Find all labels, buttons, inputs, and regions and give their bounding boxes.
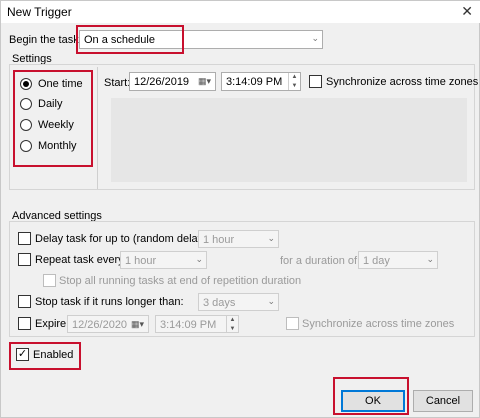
stop-long-task-value: 3 days [203,297,236,309]
stop-all-tasks-label: Stop all running tasks at end of repetit… [59,275,302,287]
delay-task-checkbox[interactable] [18,232,31,245]
repeat-task-checkbox[interactable] [18,253,31,266]
expire-date-value: 12/26/2020 [72,319,128,331]
begin-task-label: Begin the task: [9,34,82,46]
chevron-down-icon: ⌄ [426,254,434,264]
chevron-down-icon: ⌄ [267,296,275,306]
highlight-schedule-type [13,70,93,167]
chevron-down-icon: ⌄ [267,233,275,243]
start-date-value: 12/26/2019 [134,76,190,88]
delay-task-value: 1 hour [203,234,235,246]
delay-task-label: Delay task for up to (random delay): [35,233,210,245]
repeat-task-label: Repeat task every: [35,254,127,266]
expire-date-picker[interactable]: 12/26/2020 ▦▾ [67,315,149,333]
title-bar: New Trigger ✕ [1,1,480,23]
start-label: Start: [104,77,131,89]
repeat-task-select[interactable]: 1 hour ⌄ [120,251,207,269]
start-date-picker[interactable]: 12/26/2019 ▦▾ [129,72,216,91]
stop-long-task-checkbox[interactable] [18,295,31,308]
repeat-task-value: 1 hour [125,255,157,267]
expire-sync-checkbox[interactable] [286,317,299,330]
spin-up-icon[interactable]: ▲ [230,317,236,323]
duration-select[interactable]: 1 day ⌄ [358,251,438,269]
duration-label: for a duration of: [280,255,361,267]
expire-time-field[interactable]: 3:14:09 PM ▲ ▼ [155,315,239,333]
new-trigger-dialog: New Trigger ✕ Begin the task: On a sched… [0,0,480,418]
expire-time-value: 3:14:09 PM [160,319,217,331]
duration-value: 1 day [363,255,390,267]
schedule-details-area [111,98,467,182]
expire-label: Expire: [35,318,70,330]
chevron-down-icon: ⌄ [311,33,319,43]
stop-all-tasks-checkbox[interactable] [43,274,56,287]
close-icon[interactable]: ✕ [461,3,473,20]
window-title: New Trigger [7,5,72,19]
expire-sync-label: Synchronize across time zones [302,318,455,330]
spin-up-icon[interactable]: ▲ [292,74,298,80]
delay-task-select[interactable]: 1 hour ⌄ [198,230,279,248]
spin-down-icon[interactable]: ▼ [230,326,236,332]
start-time-field[interactable]: 3:14:09 PM ▲ ▼ [221,72,301,91]
calendar-icon[interactable]: ▦▾ [131,319,144,330]
time-spinner[interactable]: ▲ ▼ [288,73,300,90]
calendar-icon[interactable]: ▦▾ [198,76,211,87]
time-spinner[interactable]: ▲ ▼ [226,316,238,332]
highlight-ok [333,377,409,415]
stop-long-task-label: Stop task if it runs longer than: [35,296,184,308]
sync-time-zones-label: Synchronize across time zones [326,76,479,88]
cancel-button[interactable]: Cancel [413,390,473,412]
start-time-value: 3:14:09 PM [226,76,283,88]
highlight-begin-task [76,25,184,54]
chevron-down-icon: ⌄ [195,254,203,264]
highlight-enabled [9,342,81,370]
sync-time-zones-checkbox[interactable] [309,75,322,88]
spin-down-icon[interactable]: ▼ [292,83,298,89]
expire-checkbox[interactable] [18,317,31,330]
settings-divider [97,67,98,189]
stop-long-task-select[interactable]: 3 days ⌄ [198,293,279,311]
